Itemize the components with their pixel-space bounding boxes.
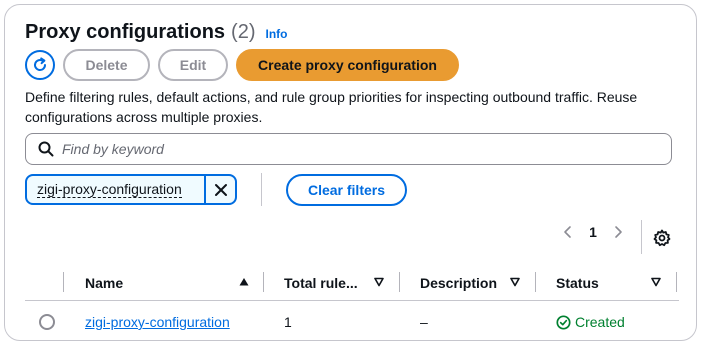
clear-filters-button[interactable]: Clear filters bbox=[286, 174, 407, 206]
status-badge: Created bbox=[556, 314, 625, 330]
column-header-total-rules[interactable]: Total rule... bbox=[284, 275, 358, 291]
sort-descending-icon[interactable] bbox=[374, 277, 384, 287]
chevron-right-icon bbox=[615, 226, 622, 238]
description-cell: – bbox=[420, 314, 428, 330]
search-bar[interactable] bbox=[25, 133, 672, 165]
search-icon bbox=[38, 141, 54, 157]
close-icon bbox=[214, 183, 227, 196]
table-preferences-button[interactable] bbox=[653, 229, 671, 252]
refresh-button[interactable] bbox=[25, 50, 55, 80]
item-count: (2) bbox=[231, 21, 256, 43]
row-select-radio[interactable] bbox=[39, 314, 55, 330]
page-title: Proxy configurations bbox=[25, 21, 226, 43]
sort-descending-icon[interactable] bbox=[510, 277, 520, 287]
panel-description: Define filtering rules, default actions,… bbox=[25, 89, 638, 125]
edit-button[interactable]: Edit bbox=[158, 49, 228, 81]
column-header-description[interactable]: Description bbox=[420, 275, 497, 291]
chevron-left-icon bbox=[564, 226, 571, 238]
previous-page-button[interactable] bbox=[558, 225, 578, 239]
sort-descending-icon[interactable] bbox=[651, 277, 661, 287]
current-page-number[interactable]: 1 bbox=[578, 224, 608, 240]
column-divider bbox=[263, 272, 264, 292]
column-divider bbox=[63, 272, 64, 292]
total-rules-cell: 1 bbox=[284, 314, 292, 330]
filter-token-label: zigi-proxy-configuration bbox=[27, 176, 204, 203]
status-text: Created bbox=[575, 314, 625, 330]
refresh-icon bbox=[34, 57, 47, 71]
column-header-status[interactable]: Status bbox=[556, 275, 599, 291]
next-page-button[interactable] bbox=[608, 225, 628, 239]
column-divider bbox=[676, 272, 677, 292]
delete-button[interactable]: Delete bbox=[63, 49, 150, 81]
filter-token: zigi-proxy-configuration bbox=[25, 174, 237, 205]
proxy-configurations-panel: Proxy configurations (2) Info Delete Edi… bbox=[4, 4, 697, 341]
sort-ascending-icon[interactable] bbox=[239, 277, 249, 287]
gear-icon bbox=[653, 229, 671, 247]
create-proxy-configuration-button[interactable]: Create proxy configuration bbox=[236, 49, 459, 81]
table-row: zigi-proxy-configuration 1 – Created bbox=[25, 302, 679, 342]
info-link[interactable]: Info bbox=[265, 27, 287, 41]
proxy-configuration-name-link[interactable]: zigi-proxy-configuration bbox=[85, 314, 230, 330]
check-circle-icon bbox=[556, 314, 571, 330]
column-divider bbox=[399, 272, 400, 292]
filter-token-text: zigi-proxy-configuration bbox=[37, 181, 182, 198]
pagination: 1 bbox=[558, 224, 628, 240]
pagination-divider bbox=[641, 220, 642, 254]
column-header-name[interactable]: Name bbox=[85, 275, 123, 291]
panel-header: Proxy configurations (2) Info bbox=[25, 21, 287, 49]
filter-divider bbox=[261, 173, 262, 206]
column-divider bbox=[535, 272, 536, 292]
actions-toolbar: Delete Edit Create proxy configuration bbox=[25, 49, 459, 81]
table-header: Name Total rule... Description Status bbox=[25, 267, 679, 301]
search-input[interactable] bbox=[62, 141, 642, 157]
remove-filter-button[interactable] bbox=[204, 176, 235, 203]
